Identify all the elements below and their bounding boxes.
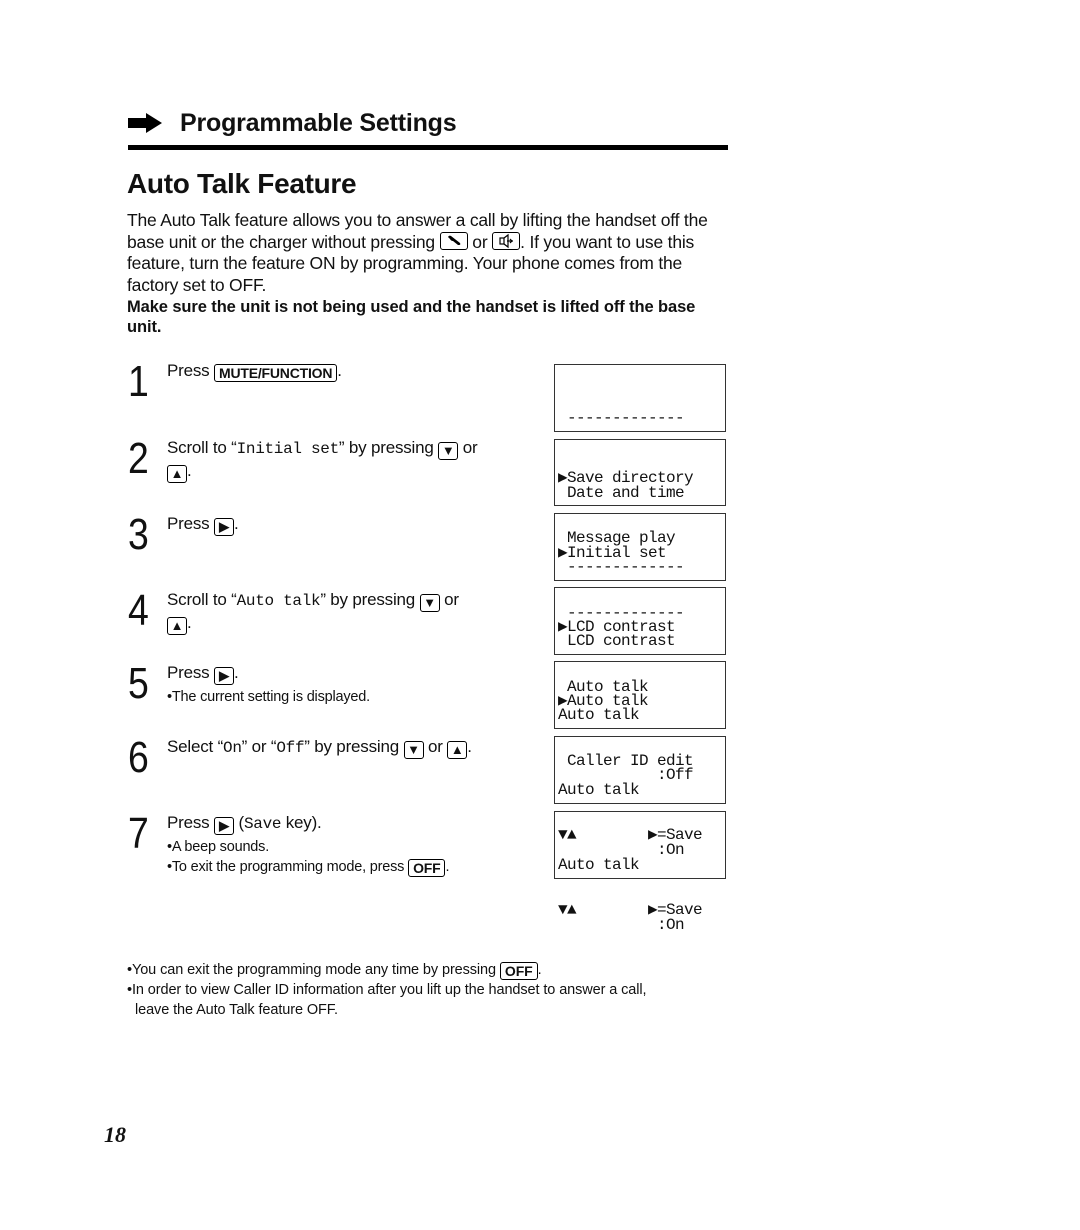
- intro-warning: Make sure the unit is not being used and…: [127, 297, 696, 336]
- lcd-display: ------------- ▶LCD contrast Auto talk: [554, 513, 726, 696]
- step-text-b: ” or “: [241, 737, 277, 756]
- lcd-display: Auto talk :Off ▼▲ ▶=Save: [554, 661, 726, 844]
- lcd-line: -------------: [558, 409, 685, 427]
- lcd-line: -------------: [558, 558, 685, 576]
- footnote-text: .: [537, 962, 542, 978]
- lcd-line: Auto talk: [558, 781, 640, 799]
- step-number: 1: [128, 357, 149, 406]
- phone-talk-icon: [439, 231, 468, 250]
- step-number: 3: [128, 510, 149, 559]
- step-note-text: .: [445, 859, 450, 875]
- step-note-text: •To exit the programming mode, press: [167, 859, 409, 875]
- footnote: •In order to view Caller ID information …: [127, 982, 647, 998]
- step-text-e: .: [467, 737, 472, 756]
- right-key-icon: ▶: [213, 667, 234, 685]
- intro-or: or: [467, 231, 493, 252]
- menu-item-name: Initial set: [236, 440, 340, 458]
- save-key-label: Save: [243, 815, 282, 833]
- lcd-display: Auto talk :On: [554, 811, 726, 934]
- step-text-a: Press: [167, 361, 214, 380]
- up-key-icon: ▲: [447, 741, 468, 759]
- step-text-c: key).: [281, 813, 322, 832]
- step-text: Scroll to “Initial set” by pressing ▼ or…: [167, 437, 527, 483]
- lcd-line: LCD contrast: [558, 632, 676, 650]
- right-key-icon: ▶: [213, 518, 234, 536]
- lcd-line: Date and time: [558, 484, 685, 502]
- step-text-b: ” by pressing: [320, 590, 420, 609]
- right-key-icon: ▶: [213, 817, 234, 835]
- step-note: •The current setting is displayed.: [167, 689, 370, 705]
- step-text-a: Press: [167, 813, 214, 832]
- lcd-line: Auto talk: [558, 706, 640, 724]
- off-key: OFF: [408, 859, 446, 877]
- step-text-a: Select “: [167, 737, 224, 756]
- step-number: 6: [128, 733, 149, 782]
- lcd-display: ------------- ▶Save directory Message pl…: [554, 364, 726, 547]
- mute-function-key: MUTE/FUNCTION: [213, 364, 338, 382]
- option-on: On: [223, 739, 242, 757]
- section-divider: [128, 145, 728, 150]
- lcd-line: Auto talk: [558, 856, 640, 874]
- step-text: Press ▶.: [167, 513, 527, 536]
- step-text-d: .: [187, 613, 192, 632]
- up-key-icon: ▲: [167, 617, 187, 635]
- step-text-b: .: [233, 663, 239, 682]
- step-text-d: or: [423, 737, 448, 756]
- intro-paragraph: The Auto Talk feature allows you to answ…: [127, 210, 732, 337]
- step-text-d: .: [187, 461, 192, 480]
- step-text-b: ” by pressing: [338, 438, 439, 457]
- lcd-display: Date and time ▶Initial set -------------: [554, 439, 726, 622]
- step-text: Press ▶ (Save key). •A beep sounds. •To …: [167, 812, 527, 877]
- step-note: •To exit the programming mode, press OFF…: [167, 857, 527, 877]
- step-text-a: Scroll to “: [167, 590, 237, 609]
- step-text-a: Press: [167, 514, 214, 533]
- section-header: Programmable Settings: [128, 106, 728, 140]
- option-off: Off: [276, 739, 305, 757]
- footnote-text: •You can exit the programming mode any t…: [127, 962, 500, 978]
- down-key-icon: ▼: [438, 442, 459, 460]
- step-text: Select “On” or “Off” by pressing ▼ or ▲.: [167, 736, 527, 759]
- footnote: •You can exit the programming mode any t…: [127, 960, 737, 980]
- step-note: •A beep sounds.: [167, 839, 270, 855]
- up-key-icon: ▲: [167, 465, 187, 483]
- step-text-b: .: [233, 514, 239, 533]
- lcd-display: Auto talk :On ▼▲ ▶=Save: [554, 736, 726, 919]
- step-text: Press MUTE/FUNCTION.: [167, 360, 527, 382]
- off-key: OFF: [499, 962, 538, 980]
- step-text-c: or: [458, 438, 478, 457]
- page-number: 18: [104, 1122, 126, 1147]
- step-number: 4: [128, 586, 149, 635]
- menu-item-name: Auto talk: [236, 592, 321, 610]
- footnotes: •You can exit the programming mode any t…: [127, 960, 737, 1020]
- step-text: Scroll to “Auto talk” by pressing ▼ or ▲…: [167, 589, 527, 635]
- footnote-continuation: leave the Auto Talk feature OFF.: [135, 1002, 338, 1018]
- section-title: Programmable Settings: [180, 108, 457, 137]
- step-text-c: ” by pressing: [304, 737, 404, 756]
- step-text: Press ▶. •The current setting is display…: [167, 662, 527, 707]
- down-key-icon: ▼: [419, 594, 440, 612]
- step-text-a: Press: [167, 663, 214, 682]
- step-text-a: Scroll to “: [167, 438, 237, 457]
- step-number: 2: [128, 434, 149, 483]
- lcd-display: LCD contrast ▶Auto talk Caller ID edit: [554, 587, 726, 770]
- step-text-b: .: [337, 361, 342, 380]
- down-key-icon: ▼: [403, 741, 424, 759]
- step-text-b: (: [233, 813, 245, 832]
- right-arrow-icon: [128, 113, 162, 133]
- page-title: Auto Talk Feature: [127, 168, 357, 199]
- step-text-c: or: [439, 590, 459, 609]
- step-number: 7: [128, 809, 149, 858]
- lcd-line: :On: [558, 916, 685, 934]
- step-number: 5: [128, 659, 149, 708]
- speakerphone-icon: [492, 231, 521, 250]
